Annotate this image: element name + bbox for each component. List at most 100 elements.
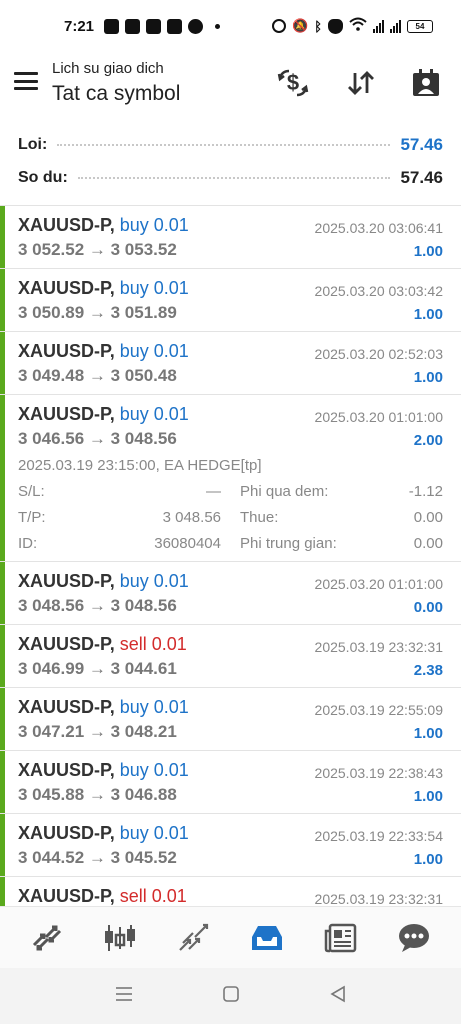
trade-direction: buy 0.01 — [119, 760, 189, 780]
chart-icon[interactable] — [98, 916, 142, 960]
trade-direction: buy 0.01 — [119, 215, 189, 235]
id-label: ID: — [18, 535, 38, 552]
trade-symbol: XAUUSD-P, — [18, 886, 115, 906]
trade-time: 2025.03.20 01:01:00 — [314, 409, 443, 425]
balance-row: So du: 57.46 — [18, 165, 443, 191]
trade-profit: 2.38 — [413, 662, 443, 679]
back-icon[interactable] — [329, 985, 347, 1008]
sl-label: S/L: — [18, 483, 45, 500]
trade-prices: 3 047.21 → 3 048.21 — [18, 722, 177, 741]
trade-history-list[interactable]: XAUUSD-P, buy 0.01 3 052.52 → 3 053.52 2… — [0, 206, 461, 906]
trade-row[interactable]: XAUUSD-P, sell 0.01 2025.03.19 23:32:31 — [0, 877, 461, 906]
trade-row[interactable]: XAUUSD-P, buy 0.01 3 045.88 → 3 046.88 2… — [0, 751, 461, 814]
status-time: 7:21 — [64, 17, 95, 35]
history-icon[interactable] — [245, 916, 289, 960]
trade-prices: 3 045.88 → 3 046.88 — [18, 785, 177, 804]
trade-direction: buy 0.01 — [119, 823, 189, 843]
tp-value: 3 048.56 — [162, 509, 221, 526]
trade-profit: 1.00 — [413, 851, 443, 868]
alarm-icon — [272, 19, 286, 33]
commission-label: Phi trung gian: — [240, 535, 337, 552]
trade-time: 2025.03.20 01:01:00 — [314, 576, 443, 592]
app-header: Lich su giao dich Tat ca symbol $ — [0, 52, 461, 122]
profit-value: 57.46 — [400, 135, 443, 154]
status-bar: 7:21 🔕 ᛒ 54 — [0, 0, 461, 52]
sl-value: — — [206, 483, 221, 500]
symbol-filter[interactable]: Tat ca symbol — [52, 82, 180, 106]
trade-direction: sell 0.01 — [119, 886, 187, 906]
trade-direction: sell 0.01 — [119, 634, 187, 654]
trade-prices: 3 046.99 → 3 044.61 — [18, 659, 177, 678]
trade-row[interactable]: XAUUSD-P, buy 0.01 3 047.21 → 3 048.21 2… — [0, 688, 461, 751]
bottom-navigation — [0, 906, 461, 968]
swap-label: Phi qua dem: — [240, 483, 329, 500]
signal-1-icon — [373, 19, 384, 33]
trade-row[interactable]: XAUUSD-P, sell 0.01 3 046.99 → 3 044.61 … — [0, 625, 461, 688]
trade-time: 2025.03.19 22:38:43 — [314, 765, 443, 781]
trade-row-expanded[interactable]: XAUUSD-P, buy 0.01 3 046.56 → 3 048.56 2… — [0, 395, 461, 562]
trade-profit: 1.00 — [413, 243, 443, 260]
trade-row[interactable]: XAUUSD-P, buy 0.01 3 048.56 → 3 048.56 2… — [0, 562, 461, 625]
recent-apps-icon[interactable] — [114, 985, 134, 1008]
trade-row[interactable]: XAUUSD-P, buy 0.01 3 050.89 → 3 051.89 2… — [0, 269, 461, 332]
balance-label: So du: — [18, 169, 68, 186]
tax-value: 0.00 — [413, 509, 443, 526]
trade-symbol: XAUUSD-P, — [18, 697, 115, 717]
trade-prices: 3 050.89 → 3 051.89 — [18, 303, 177, 322]
trade-prices: 3 044.52 → 3 045.52 — [18, 848, 177, 867]
signal-2-icon — [390, 19, 401, 33]
menu-icon[interactable] — [14, 72, 38, 90]
trade-direction: buy 0.01 — [119, 404, 189, 424]
trade-row[interactable]: XAUUSD-P, buy 0.01 3 044.52 → 3 045.52 2… — [0, 814, 461, 877]
profit-label: Loi: — [18, 136, 48, 153]
trade-symbol: XAUUSD-P, — [18, 823, 115, 843]
more-notifications-icon — [215, 23, 221, 29]
trade-time: 2025.03.19 22:33:54 — [314, 828, 443, 844]
trade-time: 2025.03.19 22:55:09 — [314, 702, 443, 718]
trade-profit: 1.00 — [413, 369, 443, 386]
trade-prices: 3 049.48 → 3 050.48 — [18, 366, 177, 385]
trade-row[interactable]: XAUUSD-P, buy 0.01 3 049.48 → 3 050.48 2… — [0, 332, 461, 395]
trade-symbol: XAUUSD-P, — [18, 571, 115, 591]
svg-text:$: $ — [287, 70, 299, 95]
header-subtitle: Lich su giao dich — [52, 60, 164, 77]
battery-icon: 54 — [407, 19, 433, 33]
trade-icon[interactable] — [172, 916, 216, 960]
trade-direction: buy 0.01 — [119, 341, 189, 361]
news-icon[interactable] — [319, 916, 363, 960]
tax-label: Thue: — [240, 509, 279, 526]
swap-value: -1.12 — [408, 483, 443, 500]
deposit-icon[interactable]: $ — [275, 66, 311, 100]
commission-value: 0.00 — [413, 535, 443, 552]
vpn-shield-icon — [328, 18, 343, 34]
trade-prices: 3 048.56 → 3 048.56 — [18, 596, 177, 615]
trade-time: 2025.03.20 02:52:03 — [314, 346, 443, 362]
app-icon — [167, 18, 183, 34]
bluetooth-icon: ᛒ — [314, 18, 322, 34]
trade-time: 2025.03.19 23:32:31 — [314, 639, 443, 655]
quotes-icon[interactable] — [25, 916, 69, 960]
trade-profit: 1.00 — [413, 788, 443, 805]
trade-open-info: 2025.03.19 23:15:00, EA HEDGE[tp] — [18, 457, 262, 474]
trade-row[interactable]: XAUUSD-P, buy 0.01 3 052.52 → 3 053.52 2… — [0, 206, 461, 269]
trade-profit: 1.00 — [413, 306, 443, 323]
profit-row: Loi: 57.46 — [18, 132, 443, 158]
system-navigation-bar — [0, 968, 461, 1024]
trade-details: 2025.03.19 23:15:00, EA HEDGE[tp] S/L: —… — [0, 457, 461, 561]
dotted-leader — [77, 177, 391, 179]
trade-prices: 3 046.56 → 3 048.56 — [18, 429, 177, 448]
emoji-icon — [188, 18, 204, 34]
telegram-icon — [125, 18, 141, 34]
trade-symbol: XAUUSD-P, — [18, 341, 115, 361]
sort-icon[interactable] — [343, 66, 379, 100]
shopee-icon — [146, 18, 162, 34]
trade-symbol: XAUUSD-P, — [18, 278, 115, 298]
home-icon[interactable] — [222, 985, 240, 1008]
trade-symbol: XAUUSD-P, — [18, 215, 115, 235]
mute-icon: 🔕 — [292, 18, 309, 33]
balance-value: 57.46 — [400, 168, 443, 187]
chat-icon[interactable] — [392, 916, 436, 960]
calendar-icon[interactable] — [408, 66, 444, 100]
trade-time: 2025.03.20 03:06:41 — [314, 220, 443, 236]
trade-direction: buy 0.01 — [119, 571, 189, 591]
